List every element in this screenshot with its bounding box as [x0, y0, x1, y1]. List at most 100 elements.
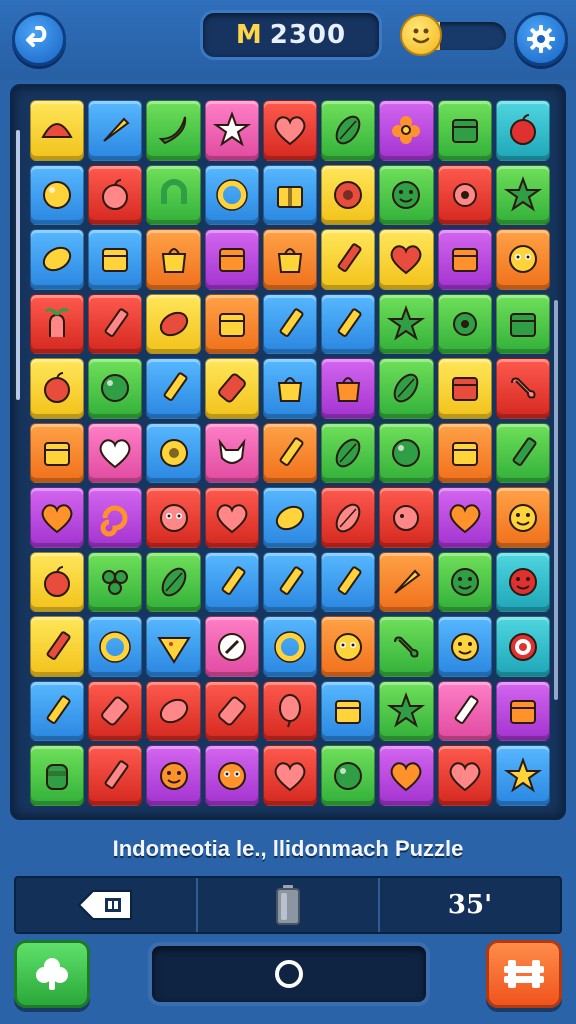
- tile-blue-gift[interactable]: [262, 164, 318, 226]
- tile-magenta-heart[interactable]: [30, 487, 85, 548]
- tile-blue-box[interactable]: [321, 680, 376, 742]
- tile-teal-apple[interactable]: [495, 100, 550, 161]
- tile-red-lemon[interactable]: [146, 680, 201, 742]
- tile-red-leaf[interactable]: [321, 487, 376, 548]
- tile-pink-pencil[interactable]: [437, 680, 492, 742]
- left-scrollbar[interactable]: [16, 130, 20, 400]
- tile-blue-pencil[interactable]: [321, 293, 376, 355]
- tile-green-smiley[interactable]: [437, 551, 492, 613]
- tile-orange-box[interactable]: [204, 293, 259, 355]
- tile-green-jar[interactable]: [30, 745, 85, 806]
- tile-red-balloon[interactable]: [262, 680, 318, 742]
- tile-blue-ring[interactable]: [262, 616, 318, 677]
- tile-orange-box[interactable]: [30, 422, 85, 484]
- tile-red-bone[interactable]: [495, 358, 550, 419]
- tile-blue-carrot[interactable]: [88, 100, 143, 161]
- tile-green-leaf[interactable]: [321, 100, 376, 161]
- tile-orange-box[interactable]: [437, 422, 492, 484]
- tile-magenta-heart[interactable]: [379, 745, 434, 806]
- tile-green-leaf[interactable]: [379, 358, 434, 419]
- tile-yellow-box[interactable]: [437, 358, 492, 419]
- hint-button[interactable]: [16, 878, 198, 932]
- tile-green-box[interactable]: [437, 100, 492, 161]
- tile-blue-ring[interactable]: [204, 164, 259, 226]
- tile-yellow-apple[interactable]: [30, 358, 85, 419]
- tile-magenta-box[interactable]: [204, 229, 259, 290]
- tile-yellow-shell[interactable]: [30, 100, 85, 161]
- tile-red-cylinder[interactable]: [88, 680, 143, 742]
- tile-green-pencil[interactable]: [495, 422, 550, 484]
- tile-orange-face[interactable]: [321, 616, 376, 677]
- tile-magenta-smiley[interactable]: [146, 745, 201, 806]
- tile-green-horseshoe[interactable]: [146, 164, 201, 226]
- tile-green-leaf[interactable]: [321, 422, 376, 484]
- tile-blue-lemon[interactable]: [30, 229, 85, 290]
- shuffle-button[interactable]: [486, 940, 562, 1008]
- tile-yellow-pencil[interactable]: [30, 616, 85, 677]
- tile-red-pencil[interactable]: [88, 293, 143, 355]
- tile-magenta-box[interactable]: [495, 680, 550, 742]
- tile-green-box[interactable]: [495, 293, 550, 355]
- tile-blue-donut[interactable]: [146, 422, 201, 484]
- tile-green-ball[interactable]: [379, 422, 434, 484]
- tile-magenta-bag[interactable]: [321, 358, 376, 419]
- tile-blue-ball[interactable]: [30, 164, 85, 226]
- tile-yellow-apple[interactable]: [30, 551, 85, 613]
- tile-green-star[interactable]: [379, 293, 434, 355]
- tile-yellow-pencil[interactable]: [321, 229, 376, 290]
- tile-teal-target[interactable]: [495, 616, 550, 677]
- tile-blue-pencil[interactable]: [146, 358, 201, 419]
- tile-blue-box[interactable]: [88, 229, 143, 290]
- tile-red-gear[interactable]: [437, 164, 492, 226]
- tile-yellow-cylinder[interactable]: [204, 358, 259, 419]
- tile-green-star[interactable]: [379, 680, 434, 742]
- tile-blue-star[interactable]: [495, 745, 550, 806]
- tile-red-heart[interactable]: [437, 745, 492, 806]
- tile-yellow-donut[interactable]: [321, 164, 376, 226]
- tile-magenta-flower[interactable]: [379, 100, 434, 161]
- tile-blue-pencil[interactable]: [321, 551, 376, 613]
- tile-orange-smiley[interactable]: [495, 487, 550, 548]
- tile-yellow-heart[interactable]: [379, 229, 434, 290]
- tile-orange-face[interactable]: [495, 229, 550, 290]
- tile-yellow-lemon[interactable]: [146, 293, 201, 355]
- action-slot[interactable]: [148, 942, 430, 1006]
- tile-orange-carrot[interactable]: [379, 551, 434, 613]
- tile-orange-bag[interactable]: [262, 229, 318, 290]
- tile-magenta-box[interactable]: [437, 229, 492, 290]
- tile-green-banana[interactable]: [146, 100, 201, 161]
- tile-green-bone[interactable]: [379, 616, 434, 677]
- tile-orange-pencil[interactable]: [262, 422, 318, 484]
- tile-red-puff[interactable]: [379, 487, 434, 548]
- tile-green-grapes[interactable]: [88, 551, 143, 613]
- tile-red-heart[interactable]: [262, 745, 318, 806]
- right-scrollbar[interactable]: [554, 300, 558, 700]
- tile-red-apple[interactable]: [88, 164, 143, 226]
- tile-green-star[interactable]: [495, 164, 550, 226]
- tile-red-heart[interactable]: [204, 487, 259, 548]
- clover-button[interactable]: [14, 940, 90, 1008]
- tile-blue-pencil[interactable]: [262, 293, 318, 355]
- tile-red-heart[interactable]: [262, 100, 318, 161]
- tile-blue-pizza[interactable]: [146, 616, 201, 677]
- tile-pink-compass[interactable]: [204, 616, 259, 677]
- tile-blue-pencil[interactable]: [30, 680, 85, 742]
- tile-green-ball[interactable]: [321, 745, 376, 806]
- tile-pink-star[interactable]: [204, 100, 259, 161]
- tile-blue-smiley[interactable]: [437, 616, 492, 677]
- tile-orange-bag[interactable]: [146, 229, 201, 290]
- tile-pink-heart[interactable]: [88, 422, 143, 484]
- back-button[interactable]: [12, 12, 66, 66]
- tile-green-smiley[interactable]: [379, 164, 434, 226]
- tile-red-face[interactable]: [146, 487, 201, 548]
- tile-blue-pencil[interactable]: [262, 551, 318, 613]
- tile-green-leaf[interactable]: [146, 551, 201, 613]
- tile-red-pencil[interactable]: [88, 745, 143, 806]
- tile-blue-lemon[interactable]: [262, 487, 318, 548]
- tile-blue-bag[interactable]: [262, 358, 318, 419]
- tile-magenta-heart[interactable]: [437, 487, 492, 548]
- tile-magenta-face[interactable]: [204, 745, 259, 806]
- tile-pink-fox[interactable]: [204, 422, 259, 484]
- power-button[interactable]: [198, 878, 380, 932]
- tile-blue-ring[interactable]: [88, 616, 143, 677]
